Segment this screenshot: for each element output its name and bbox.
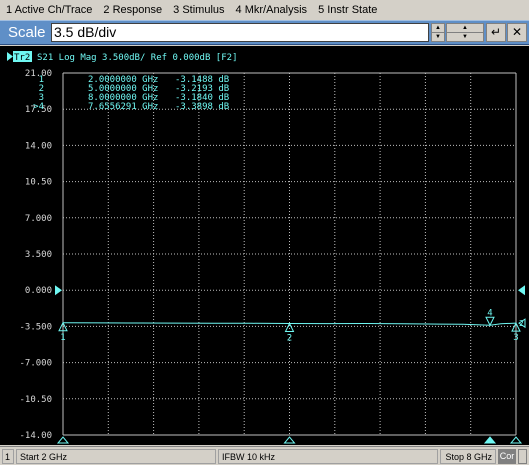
status-bar: 1 Start 2 GHz IFBW 10 kHz Stop 8 GHz Cor — [0, 446, 529, 465]
y-tick-label: 3.500 — [25, 250, 52, 260]
spin-control[interactable]: ▲ ▼ — [431, 23, 445, 42]
menu-label: Response — [112, 3, 163, 16]
menu-response[interactable]: 2 Response — [103, 4, 162, 16]
status-stop: Stop 8 GHz — [440, 449, 496, 464]
enter-button[interactable]: ↵ — [486, 23, 506, 42]
large-up-icon[interactable]: ▲ — [447, 24, 483, 33]
enter-arrow-icon: ↵ — [490, 25, 502, 39]
entry-bar: Scale 3.5 dB/div ▲ ▼ ▲ ▼ ↵ ✕ — [0, 20, 529, 45]
menu-stimulus[interactable]: 3 Stimulus — [173, 4, 224, 16]
y-tick-label: 7.000 — [25, 214, 52, 224]
marker-table-id: >4 — [33, 102, 44, 112]
menu-num: 2 — [103, 3, 110, 16]
status-channel: 1 — [2, 449, 14, 464]
close-icon: ✕ — [511, 25, 523, 39]
marker-symbol-icon[interactable] — [284, 322, 295, 332]
marker-table-freq: 7.6556291 GHz — [88, 102, 158, 112]
y-tick-label: 10.50 — [25, 178, 52, 188]
trace-chart: 21.0017.5014.0010.507.0003.5000.000-3.50… — [7, 51, 526, 444]
spin-control-large[interactable]: ▲ ▼ — [446, 23, 484, 42]
marker-symbol-icon[interactable] — [485, 316, 495, 327]
menu-instr-state[interactable]: 5 Instr State — [318, 4, 377, 16]
marker-symbol-label: 2 — [287, 333, 292, 343]
menu-num: 1 — [6, 3, 13, 16]
active-trace-arrow-icon — [7, 52, 13, 61]
menu-num: 5 — [318, 3, 325, 16]
entry-value-input[interactable]: 3.5 dB/div — [51, 23, 429, 42]
y-tick-label: 0.000 — [25, 286, 52, 296]
status-ifbw: IFBW 10 kHz — [218, 449, 438, 464]
menu-label: Instr State — [327, 3, 378, 16]
menu-num: 4 — [235, 3, 242, 16]
reference-right-arrow-icon[interactable] — [518, 285, 525, 296]
marker-symbol-label: 4 — [487, 308, 492, 318]
trace-badge: Tr2 — [14, 53, 30, 63]
y-tick-label: -7.000 — [19, 359, 52, 369]
reference-left-arrow-icon[interactable] — [55, 285, 62, 296]
y-axis-labels: 21.0017.5014.0010.507.0003.5000.000-3.50… — [19, 69, 52, 441]
menu-label: Stimulus — [182, 3, 225, 16]
y-tick-label: -14.00 — [19, 431, 52, 441]
entry-label: Scale — [8, 24, 46, 41]
marker-right-edge-label: 2 — [519, 319, 524, 328]
menu-label: Mkr/Analysis — [244, 3, 308, 16]
bottom-marker-indicator-icon — [509, 436, 523, 444]
large-down-icon[interactable]: ▼ — [447, 33, 483, 41]
spin-up-icon[interactable]: ▲ — [432, 24, 444, 33]
menu-bar: 1 Active Ch/Trace 2 Response 3 Stimulus … — [0, 0, 529, 19]
bottom-indicators — [56, 436, 523, 444]
status-start: Start 2 GHz — [16, 449, 216, 464]
y-tick-label: -10.50 — [19, 395, 52, 405]
marker-symbol-label: 3 — [513, 333, 518, 343]
close-button[interactable]: ✕ — [507, 23, 527, 42]
spin-down-icon[interactable]: ▼ — [432, 33, 444, 41]
y-tick-label: -3.500 — [19, 322, 52, 332]
menu-active-ch-trace[interactable]: 1 Active Ch/Trace — [6, 4, 92, 16]
trace-header: Tr2 S21 Log Mag 3.500dB/ Ref 0.000dB [F2… — [7, 51, 237, 63]
reference-indicators: 2 — [55, 285, 526, 328]
bottom-marker-indicator-icon — [483, 436, 497, 444]
trace-header-text: S21 Log Mag 3.500dB/ Ref 0.000dB [F2] — [37, 53, 237, 63]
marker-symbol-label: 1 — [60, 333, 65, 343]
marker-table-value: -3.3898 dB — [175, 102, 229, 112]
menu-num: 3 — [173, 3, 180, 16]
status-indicator — [518, 449, 527, 464]
bottom-marker-indicator-icon — [283, 436, 296, 444]
bottom-marker-indicator-icon — [56, 436, 70, 444]
menu-label: Active Ch/Trace — [14, 3, 93, 16]
chart-area: 21.00 17.50 14.00 10.50 7.000 3.500 0.000 -3.50… — [0, 46, 529, 445]
menu-mkr-analysis[interactable]: 4 Mkr/Analysis — [236, 4, 308, 16]
status-cor-badge: Cor — [498, 449, 516, 464]
y-tick-label: 14.00 — [25, 141, 52, 151]
grid — [62, 72, 517, 436]
